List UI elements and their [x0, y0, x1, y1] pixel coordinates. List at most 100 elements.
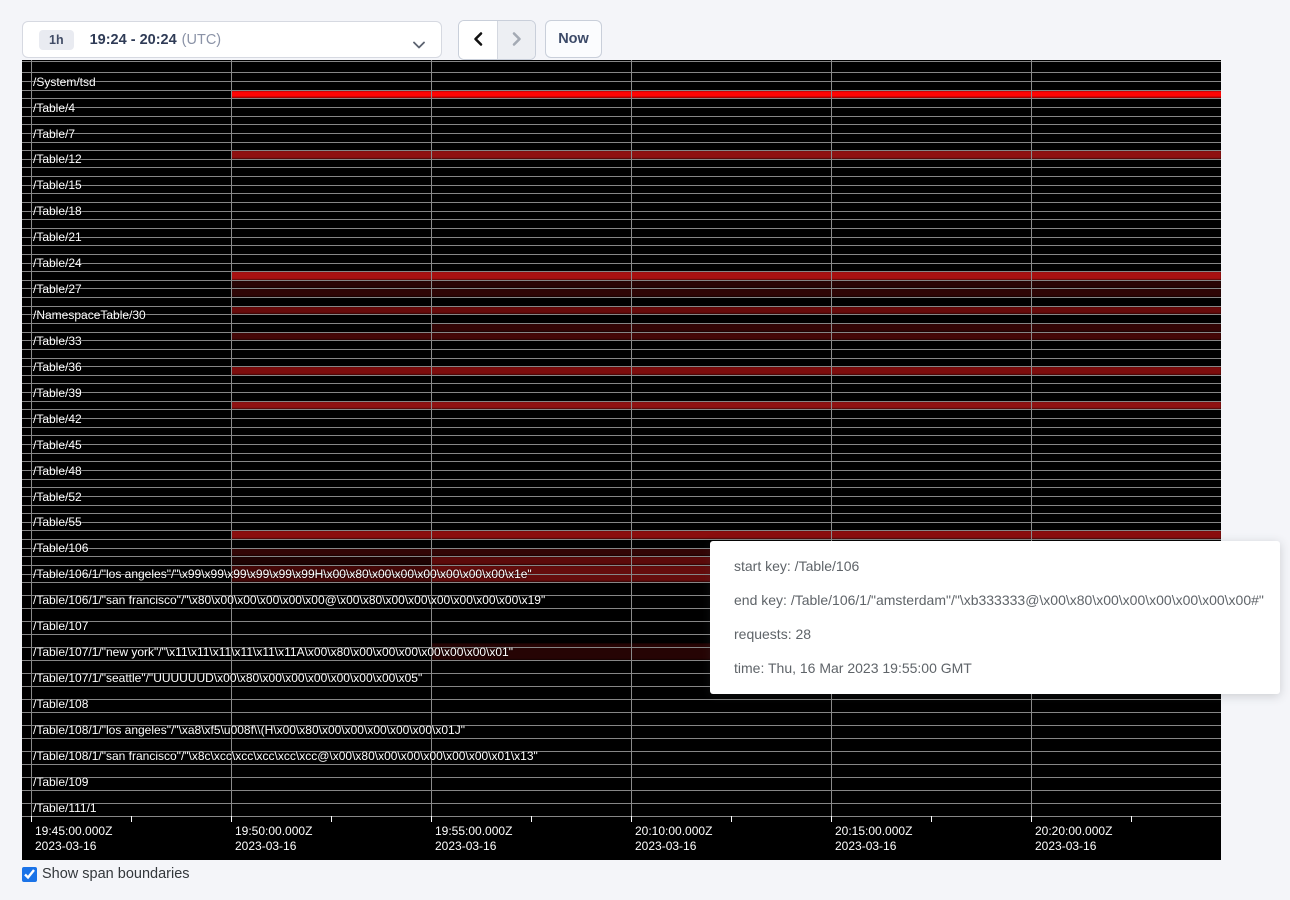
span-boundary-line	[22, 409, 1221, 410]
tooltip-start-key: start key: /Table/106	[734, 549, 1280, 583]
span-boundary-line	[22, 349, 1221, 350]
timeframe-nav-group	[458, 20, 536, 60]
span-boundary-line	[22, 98, 1221, 99]
span-boundary-line	[22, 340, 1221, 341]
span-boundary-line	[22, 133, 1221, 134]
span-boundary-line	[22, 427, 1221, 428]
row-label: /Table/45	[33, 439, 82, 452]
row-label: /Table/48	[33, 465, 82, 478]
row-label: /Table/111/1	[33, 802, 97, 815]
heat-band	[231, 271, 1221, 280]
toolbar: 1h 19:24 - 20:24 (UTC) Now	[0, 0, 1290, 60]
time-range-text: 19:24 - 20:24	[90, 32, 177, 48]
time-range-duration-badge: 1h	[39, 30, 74, 50]
time-gridline	[831, 60, 832, 822]
span-boundary-line	[22, 487, 1221, 488]
heat-band	[431, 323, 1221, 332]
row-label: /System/tsd	[33, 76, 96, 89]
span-boundary-line	[22, 159, 1221, 160]
row-label: /Table/15	[33, 179, 82, 192]
row-label: /Table/27	[33, 283, 82, 296]
heat-band	[231, 332, 1221, 341]
row-label: /Table/21	[33, 231, 82, 244]
span-boundary-line	[22, 116, 1221, 117]
span-boundary-line	[22, 392, 1221, 393]
span-boundary-line	[22, 790, 1221, 791]
span-boundary-line	[22, 358, 1221, 359]
axis-tick	[331, 816, 332, 822]
x-axis-date: 2023-03-16	[635, 839, 712, 854]
axis-tick	[431, 816, 432, 822]
key-visualizer-chart[interactable]: /System/tsd/Table/4/Table/7/Table/12/Tab…	[22, 60, 1221, 860]
now-button[interactable]: Now	[545, 20, 602, 58]
span-boundary-line	[22, 803, 1221, 804]
span-boundary-line	[22, 142, 1221, 143]
axis-tick	[131, 816, 132, 822]
span-boundary-line	[22, 237, 1221, 238]
axis-tick	[731, 816, 732, 822]
axis-tick	[1031, 816, 1032, 822]
span-boundary-line	[22, 461, 1221, 462]
row-label: /Table/4	[33, 102, 75, 115]
heat-band	[231, 288, 1221, 297]
span-boundary-line	[22, 539, 1221, 540]
time-range-timezone: (UTC)	[182, 32, 221, 48]
row-label: /Table/106/1/"los angeles"/"\x99\x99\x99…	[33, 568, 532, 581]
span-boundary-line	[22, 280, 1221, 281]
span-boundary-line	[22, 479, 1221, 480]
row-label: /Table/108/1/"san francisco"/"\x8c\xcc\x…	[33, 750, 538, 763]
previous-timeframe-button[interactable]	[459, 21, 497, 59]
span-boundary-line	[22, 90, 1221, 91]
row-label: /Table/36	[33, 361, 82, 374]
x-axis-time: 19:45:00.000Z	[35, 824, 112, 839]
span-boundary-line	[22, 124, 1221, 125]
heat-band	[231, 306, 1221, 315]
time-gridline	[231, 60, 232, 822]
row-label: /Table/18	[33, 205, 82, 218]
heat-band	[231, 280, 1221, 289]
span-boundary-line	[22, 816, 1221, 817]
row-label: /Table/24	[33, 257, 82, 270]
span-boundary-line	[22, 271, 1221, 272]
span-boundary-line	[22, 366, 1221, 367]
span-boundary-line	[22, 263, 1221, 264]
span-boundary-line	[22, 513, 1221, 514]
chevron-left-icon	[472, 31, 484, 50]
span-boundary-line	[22, 375, 1221, 376]
next-timeframe-button[interactable]	[497, 21, 535, 59]
row-label: /Table/106	[33, 542, 88, 555]
heat-band	[231, 150, 1221, 159]
axis-tick	[231, 816, 232, 822]
span-boundary-line	[22, 699, 1221, 700]
show-span-boundaries-checkbox[interactable]	[22, 867, 37, 882]
span-boundary-line	[22, 314, 1221, 315]
time-gridline	[31, 60, 32, 822]
x-axis-time: 20:10:00.000Z	[635, 824, 712, 839]
span-boundary-line	[22, 107, 1221, 108]
span-boundary-line	[22, 435, 1221, 436]
row-label: /Table/107/1/"new york"/"\x11\x11\x11\x1…	[33, 646, 513, 659]
span-boundary-line	[22, 522, 1221, 523]
axis-tick	[931, 816, 932, 822]
time-range-selector[interactable]: 1h 19:24 - 20:24 (UTC)	[22, 21, 442, 58]
span-boundary-line	[22, 777, 1221, 778]
span-boundary-line	[22, 245, 1221, 246]
span-boundary-line	[22, 738, 1221, 739]
span-boundary-line	[22, 470, 1221, 471]
hover-tooltip: start key: /Table/106 end key: /Table/10…	[710, 541, 1280, 694]
heat-band	[231, 90, 1221, 99]
row-label: /Table/107/1/"seattle"/"UUUUUUD\x00\x80\…	[33, 672, 422, 685]
x-axis-date: 2023-03-16	[435, 839, 512, 854]
span-boundary-line	[22, 176, 1221, 177]
x-axis-time: 19:50:00.000Z	[235, 824, 312, 839]
axis-tick	[1131, 816, 1132, 822]
span-boundary-line	[22, 193, 1221, 194]
x-axis-date: 2023-03-16	[835, 839, 912, 854]
span-boundary-line	[22, 288, 1221, 289]
row-label: /Table/55	[33, 516, 82, 529]
axis-tick	[631, 816, 632, 822]
row-label: /Table/12	[33, 153, 82, 166]
x-axis-label: 20:15:00.000Z2023-03-16	[835, 824, 912, 854]
footer: Show span boundaries	[22, 866, 190, 882]
span-boundary-line	[22, 254, 1221, 255]
